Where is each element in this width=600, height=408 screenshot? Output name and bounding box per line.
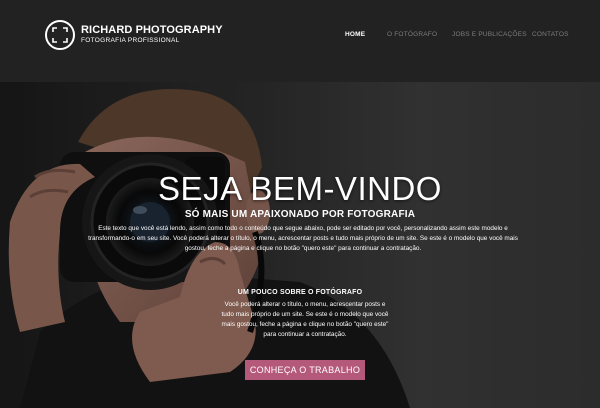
page: RICHARD PHOTOGRAPHY FOTOGRAFIA PROFISSIO… xyxy=(0,0,600,408)
conheca-o-trabalho-button[interactable]: CONHEÇA O TRABALHO xyxy=(245,360,365,380)
hero-title: SEJA BEM-VINDO xyxy=(158,170,442,207)
hero-content: SEJA BEM-VINDO SÓ MAIS UM APAIXONADO POR… xyxy=(0,82,600,408)
about-text: Você poderá alterar o título, o menu, ac… xyxy=(221,301,389,338)
hero-subtitle: SÓ MAIS UM APAIXONADO POR FOTOGRAFIA xyxy=(184,209,416,220)
nav-item-jobs-e-publicacoes[interactable]: JOBS E PUBLICAÇÕES xyxy=(452,31,527,38)
hero-section: SEJA BEM-VINDO SÓ MAIS UM APAIXONADO POR… xyxy=(0,82,600,408)
nav-item-home[interactable]: HOME xyxy=(345,31,365,38)
main-nav: HOME O FOTÓGRAFO JOBS E PUBLICAÇÕES CONT… xyxy=(0,31,600,43)
nav-item-contatos[interactable]: CONTATOS xyxy=(532,31,569,38)
nav-item-o-fotografo[interactable]: O FOTÓGRAFO xyxy=(387,31,437,38)
about-title: UM POUCO SOBRE O FOTÓGRAFO xyxy=(237,289,363,296)
site-header: RICHARD PHOTOGRAPHY FOTOGRAFIA PROFISSIO… xyxy=(0,0,600,82)
hero-intro-text: Este texto que você está lendo, assim co… xyxy=(88,225,518,252)
